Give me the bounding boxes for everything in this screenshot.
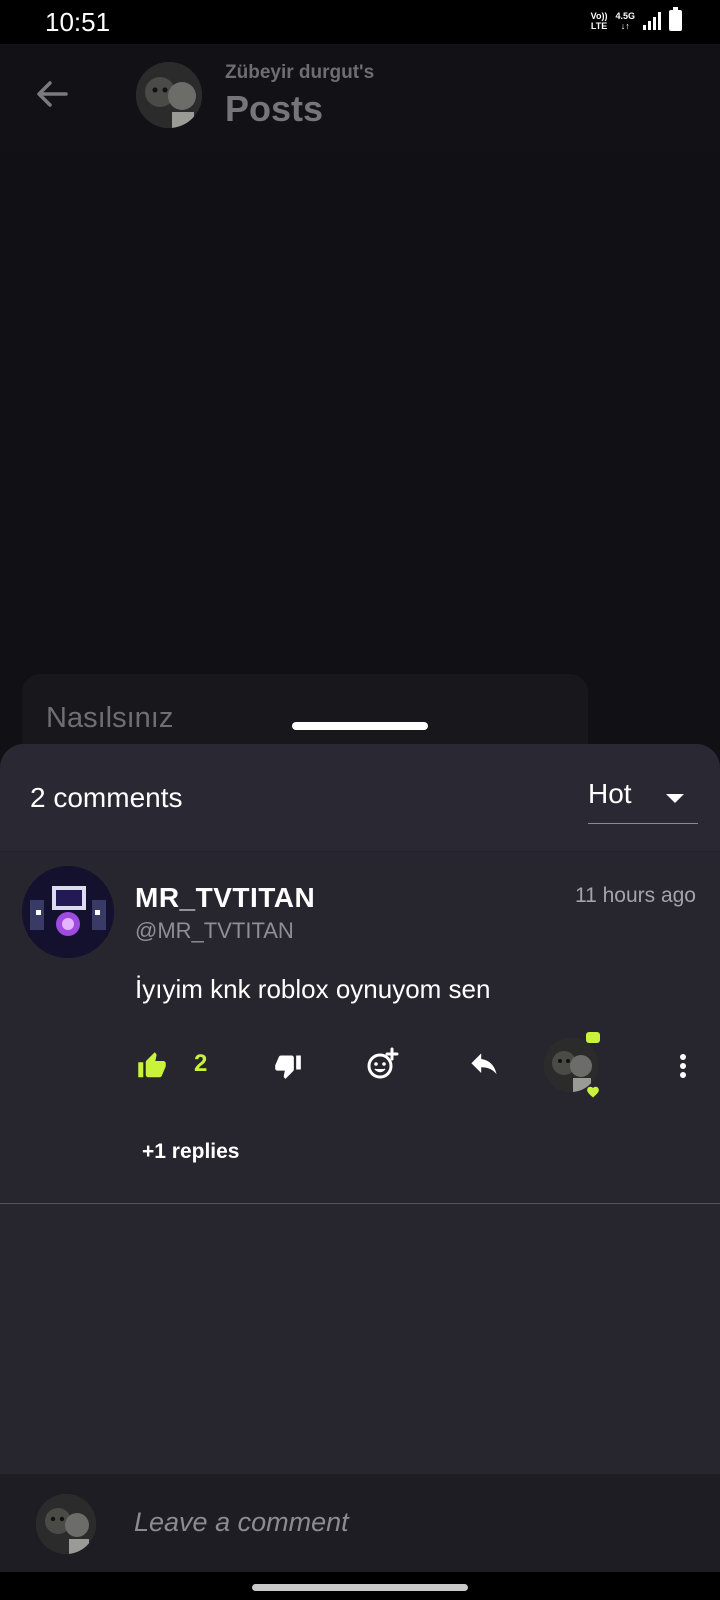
status-icons: Vo)) LTE 4.5G ↓↑ — [590, 7, 682, 31]
thumbs-up-icon[interactable] — [132, 1046, 172, 1086]
comment-badge-icon — [586, 1032, 600, 1043]
home-gesture-pill[interactable] — [252, 1584, 468, 1591]
sort-value: Hot — [588, 778, 632, 809]
more-vertical-icon[interactable] — [668, 1046, 698, 1086]
post-text: Nasılsınız — [46, 702, 174, 734]
status-time: 10:51 — [45, 7, 111, 37]
thumbs-down-icon[interactable] — [268, 1046, 308, 1086]
comment-author-handle: @MR_TVTITAN — [135, 918, 294, 943]
reactors-avatar-group[interactable] — [540, 1032, 606, 1098]
comment-composer — [0, 1474, 720, 1572]
comment-count: 2 comments — [30, 782, 183, 813]
sort-dropdown[interactable]: Hot — [588, 778, 698, 824]
sheet-drag-handle[interactable] — [292, 722, 428, 730]
profile-avatar[interactable] — [136, 62, 202, 128]
comment-author-name[interactable]: MR_TVTITAN — [135, 882, 315, 914]
app-header: Zübeyir durgut's Posts — [0, 44, 720, 152]
reply-icon[interactable] — [462, 1046, 506, 1086]
comment-text: İyıyim knk roblox oynuyom sen — [135, 974, 491, 1004]
view-replies-link[interactable]: +1 replies — [142, 1140, 239, 1164]
comments-header: 2 comments Hot — [0, 744, 720, 852]
system-nav-bar — [0, 1572, 720, 1600]
data-indicator: 4.5G ↓↑ — [615, 10, 635, 31]
arrow-left-icon[interactable] — [32, 74, 72, 114]
comment-timestamp: 11 hours ago — [574, 884, 696, 907]
like-count: 2 — [194, 1050, 208, 1077]
heart-icon — [586, 1084, 600, 1098]
comment-actions: 2 — [0, 1030, 720, 1110]
comment-author-avatar[interactable] — [22, 866, 114, 958]
volte-indicator: Vo)) LTE — [590, 10, 608, 31]
caret-down-icon — [666, 794, 684, 803]
status-bar: 10:51 Vo)) LTE 4.5G ↓↑ — [0, 0, 720, 44]
comments-sheet: 2 comments Hot MR_TVTITAN @MR_TVTITAN 11… — [0, 744, 720, 1474]
page-title: Posts — [225, 88, 324, 129]
battery-icon — [669, 7, 682, 31]
comment-item: MR_TVTITAN @MR_TVTITAN 11 hours ago İyıy… — [0, 852, 720, 1204]
comment-input[interactable] — [134, 1500, 694, 1544]
current-user-avatar — [36, 1494, 96, 1554]
header-subtitle: Zübeyir durgut's — [225, 62, 375, 83]
add-reaction-icon[interactable] — [362, 1044, 402, 1084]
signal-icon — [643, 11, 661, 30]
